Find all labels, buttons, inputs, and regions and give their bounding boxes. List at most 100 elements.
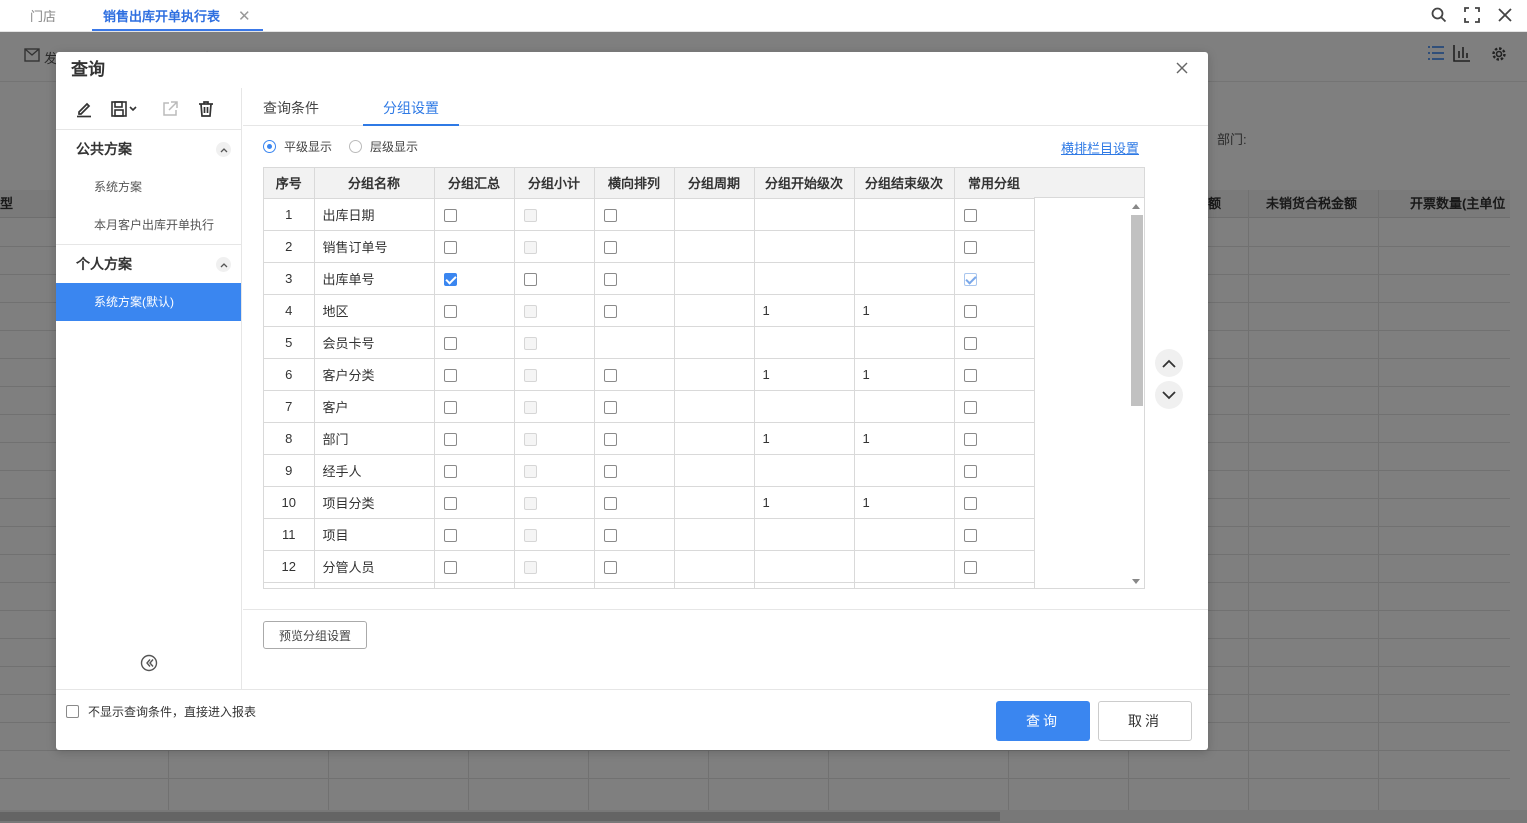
group-period-cell[interactable]: [674, 262, 755, 295]
end-level-cell[interactable]: [854, 390, 955, 423]
horizontal-checkbox[interactable]: [603, 432, 617, 446]
start-level-cell[interactable]: [754, 262, 855, 295]
group-period-cell[interactable]: [674, 358, 755, 391]
horizontal-checkbox[interactable]: [603, 464, 617, 478]
horizontal-checkbox[interactable]: [603, 528, 617, 542]
end-level-cell[interactable]: [854, 262, 955, 295]
group-summary-checkbox[interactable]: [443, 400, 457, 414]
collapse-panel-icon[interactable]: [140, 654, 158, 672]
end-level-cell[interactable]: [854, 326, 955, 359]
group-summary-checkbox[interactable]: [443, 336, 457, 350]
end-level-cell[interactable]: [854, 550, 955, 583]
common-group-checkbox[interactable]: [963, 368, 977, 382]
common-group-checkbox[interactable]: [963, 240, 977, 254]
search-icon[interactable]: [1428, 4, 1450, 26]
start-level-cell[interactable]: [754, 550, 855, 583]
scheme-item[interactable]: 本月客户出库开单执行: [56, 206, 241, 244]
close-tab-icon[interactable]: ✕: [238, 0, 251, 33]
table-row[interactable]: 7 客户: [264, 390, 1035, 423]
group-summary-checkbox[interactable]: [443, 528, 457, 542]
common-group-checkbox[interactable]: [963, 560, 977, 574]
table-row[interactable]: 6 客户分类 1 1: [264, 358, 1035, 391]
group-summary-checkbox[interactable]: [443, 432, 457, 446]
group-summary-checkbox-checked[interactable]: [443, 272, 457, 286]
tab-query-conditions[interactable]: 查询条件: [263, 88, 319, 126]
common-group-checkbox[interactable]: [963, 336, 977, 350]
tab-store[interactable]: 门店: [18, 0, 84, 31]
start-level-cell[interactable]: [754, 454, 855, 487]
table-row[interactable]: 9 经手人: [264, 454, 1035, 487]
common-group-checkbox[interactable]: [963, 400, 977, 414]
horizontal-checkbox[interactable]: [603, 560, 617, 574]
scrollbar-thumb[interactable]: [1131, 215, 1143, 406]
horizontal-column-settings-link[interactable]: 横排栏目设置: [1061, 138, 1139, 157]
personal-schemes-header[interactable]: 个人方案: [56, 245, 241, 283]
table-row[interactable]: 10 项目分类 1 1: [264, 486, 1035, 519]
table-row[interactable]: 1 出库日期: [264, 198, 1035, 231]
start-level-cell[interactable]: 1: [754, 486, 855, 519]
start-level-cell[interactable]: [754, 198, 855, 231]
horizontal-checkbox[interactable]: [603, 496, 617, 510]
radio-flat-display[interactable]: 平级显示: [263, 138, 332, 155]
common-group-checkbox[interactable]: [963, 208, 977, 222]
end-level-cell[interactable]: 1: [854, 486, 955, 519]
start-level-cell[interactable]: 1: [754, 294, 855, 327]
common-group-checkbox[interactable]: [963, 304, 977, 318]
group-period-cell[interactable]: [674, 518, 755, 551]
move-up-button[interactable]: [1155, 349, 1183, 377]
table-row[interactable]: 3 出库单号: [264, 262, 1035, 295]
group-summary-checkbox[interactable]: [443, 368, 457, 382]
start-level-cell[interactable]: [754, 390, 855, 423]
group-subtotal-checkbox[interactable]: [523, 272, 537, 286]
horizontal-checkbox[interactable]: [603, 304, 617, 318]
start-level-cell[interactable]: 1: [754, 422, 855, 455]
end-level-cell[interactable]: 1: [854, 422, 955, 455]
table-row[interactable]: 8 部门 1 1: [264, 422, 1035, 455]
table-row[interactable]: 2 销售订单号: [264, 230, 1035, 263]
group-period-cell[interactable]: [674, 486, 755, 519]
tab-sales-outbound-report[interactable]: 销售出库开单执行表 ✕: [92, 0, 263, 31]
end-level-cell[interactable]: [854, 230, 955, 263]
fullscreen-icon[interactable]: [1461, 4, 1483, 26]
export-icon[interactable]: [160, 99, 180, 119]
common-group-checkbox[interactable]: [963, 496, 977, 510]
preview-group-settings-button[interactable]: 预览分组设置: [263, 621, 367, 649]
start-level-cell[interactable]: 1: [754, 358, 855, 391]
scheme-item-selected[interactable]: 系统方案(默认): [56, 283, 241, 321]
close-icon[interactable]: [1176, 62, 1192, 78]
delete-trash-icon[interactable]: [196, 99, 216, 119]
query-button[interactable]: 查询: [996, 701, 1090, 741]
radio-level-display[interactable]: 层级显示: [349, 138, 418, 155]
table-row[interactable]: 5 会员卡号: [264, 326, 1035, 359]
skip-conditions-checkbox[interactable]: 不显示查询条件，直接进入报表: [66, 703, 256, 720]
horizontal-checkbox[interactable]: [603, 208, 617, 222]
group-summary-checkbox[interactable]: [443, 464, 457, 478]
group-period-cell[interactable]: [674, 326, 755, 359]
chevron-up-icon[interactable]: [216, 142, 231, 157]
group-period-cell[interactable]: [674, 454, 755, 487]
close-window-icon[interactable]: [1494, 4, 1516, 26]
table-row[interactable]: 11 项目: [264, 518, 1035, 551]
end-level-cell[interactable]: 1: [854, 294, 955, 327]
group-summary-checkbox[interactable]: [443, 208, 457, 222]
group-summary-checkbox[interactable]: [443, 304, 457, 318]
group-period-cell[interactable]: [674, 294, 755, 327]
cancel-button[interactable]: 取消: [1098, 701, 1192, 741]
tab-group-settings[interactable]: 分组设置: [363, 88, 459, 126]
common-group-checkbox-checked[interactable]: [963, 272, 977, 286]
group-summary-checkbox[interactable]: [443, 240, 457, 254]
end-level-cell[interactable]: [854, 518, 955, 551]
grid-vertical-scrollbar[interactable]: [1128, 199, 1144, 588]
group-period-cell[interactable]: [674, 230, 755, 263]
start-level-cell[interactable]: [754, 326, 855, 359]
start-level-cell[interactable]: [754, 518, 855, 551]
horizontal-checkbox[interactable]: [603, 240, 617, 254]
move-down-button[interactable]: [1155, 381, 1183, 409]
scroll-up-arrow-icon[interactable]: [1132, 204, 1140, 209]
start-level-cell[interactable]: [754, 230, 855, 263]
scheme-item[interactable]: 系统方案: [56, 168, 241, 206]
table-row[interactable]: 12 分管人员: [264, 550, 1035, 583]
common-group-checkbox[interactable]: [963, 464, 977, 478]
common-group-checkbox[interactable]: [963, 528, 977, 542]
horizontal-checkbox[interactable]: [603, 400, 617, 414]
